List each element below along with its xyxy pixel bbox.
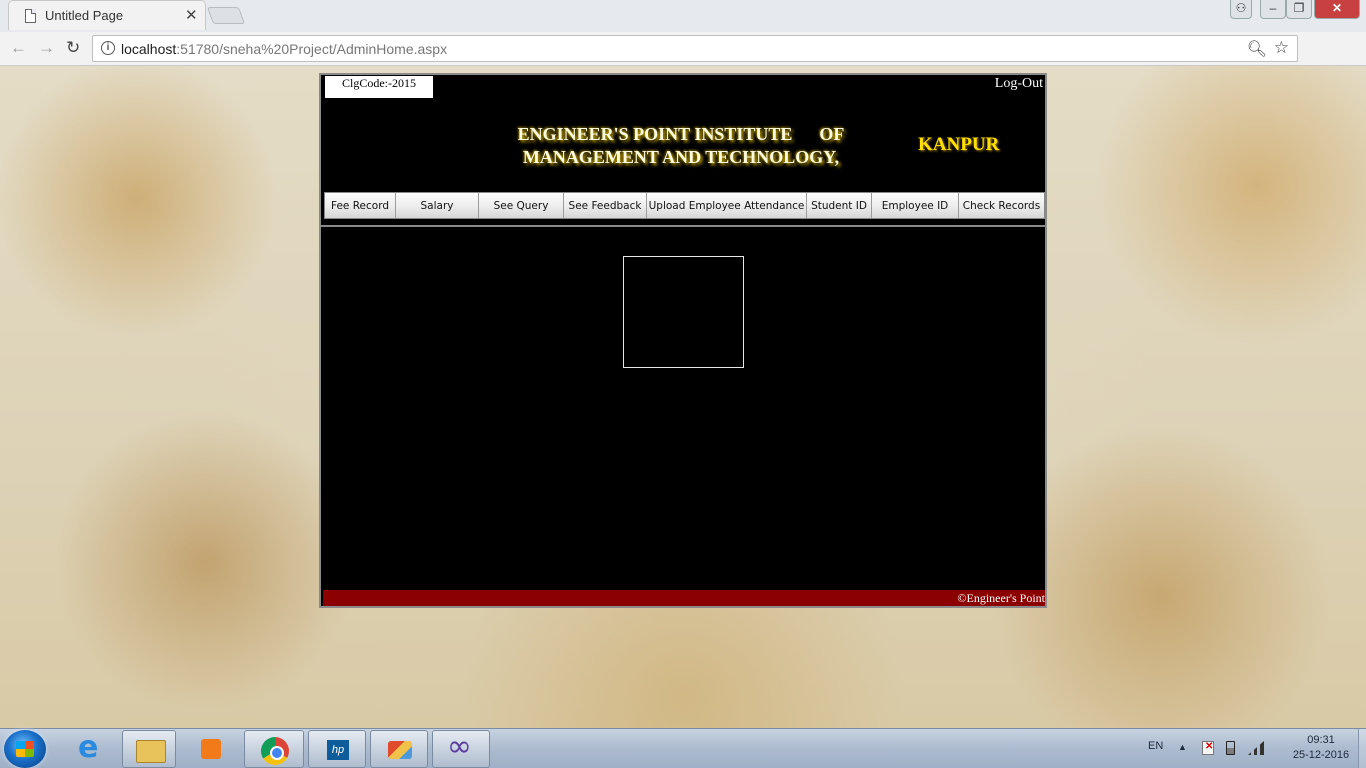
clock[interactable]: 09:31 25-12-2016 xyxy=(1290,733,1352,763)
start-button[interactable] xyxy=(4,730,46,768)
tray-expand-icon[interactable]: ▲ xyxy=(1178,742,1187,752)
logout-link[interactable]: Log-Out xyxy=(995,76,1043,92)
url-text[interactable]: localhost:51780/sneha%20Project/AdminHom… xyxy=(121,41,447,57)
show-desktop-button[interactable] xyxy=(1358,729,1366,768)
institute-city: KANPUR xyxy=(918,134,1000,155)
url-path: :51780/sneha%20Project/AdminHome.aspx xyxy=(176,41,448,57)
menu-item-employee-id[interactable]: Employee ID xyxy=(872,193,959,218)
info-icon[interactable]: i xyxy=(101,41,115,55)
admin-panel: ClgCode:-2015 Log-Out ENGINEER'S POINT I… xyxy=(319,73,1047,608)
file-explorer-icon[interactable] xyxy=(122,730,176,768)
media-player-icon[interactable] xyxy=(182,730,238,768)
chrome-icon[interactable] xyxy=(244,730,304,768)
internet-explorer-icon[interactable] xyxy=(64,730,116,768)
hp-icon[interactable] xyxy=(308,730,366,768)
footer-bar: ©Engineer's Point xyxy=(323,590,1045,606)
url-host: localhost xyxy=(121,41,177,57)
clock-date: 25-12-2016 xyxy=(1292,749,1350,761)
menu-item-see-feedback[interactable]: See Feedback xyxy=(564,193,647,218)
network-icon[interactable] xyxy=(1202,741,1214,755)
menu-item-student-id[interactable]: Student ID xyxy=(807,193,872,218)
maximize-button[interactable]: ❐ xyxy=(1286,0,1312,19)
minimize-button[interactable]: – xyxy=(1260,0,1286,19)
menu-item-salary[interactable]: Salary xyxy=(396,193,479,218)
tab-title: Untitled Page xyxy=(45,8,124,23)
browser-titlebar: Untitled Page ✕ ⚇ – ❐ ✕ xyxy=(0,0,1366,32)
paint-icon[interactable] xyxy=(370,730,428,768)
visual-studio-icon[interactable] xyxy=(432,729,490,768)
browser-toolbar: ← → ↻ i localhost:51780/sneha%20Project/… xyxy=(0,32,1366,86)
menu-item-see-query[interactable]: See Query xyxy=(479,193,564,218)
page-viewport: ClgCode:-2015 Log-Out ENGINEER'S POINT I… xyxy=(0,66,1366,728)
profile-button[interactable]: ⚇ xyxy=(1230,0,1252,19)
volume-icon[interactable] xyxy=(1248,741,1264,755)
page-icon xyxy=(25,9,36,23)
clock-time: 09:31 xyxy=(1307,734,1335,746)
close-tab-icon[interactable]: ✕ xyxy=(185,6,198,24)
battery-icon[interactable] xyxy=(1226,741,1235,755)
menu-item-upload-employee-attendance[interactable]: Upload Employee Attendance xyxy=(647,193,807,218)
college-code: ClgCode:-2015 xyxy=(325,76,433,98)
language-indicator[interactable]: EN xyxy=(1148,740,1163,752)
admin-menu: Fee Record Salary See Query See Feedback… xyxy=(324,192,1045,219)
institute-title: ENGINEER'S POINT INSTITUTE OF MANAGEMENT… xyxy=(517,124,845,167)
menu-item-check-records[interactable]: Check Records xyxy=(959,193,1044,218)
address-bar[interactable]: i localhost:51780/sneha%20Project/AdminH… xyxy=(92,35,1298,62)
star-icon[interactable]: ☆ xyxy=(1274,38,1289,58)
zoom-icon[interactable]: 🔍︎ xyxy=(1247,39,1267,59)
copyright-text: ©Engineer's Point xyxy=(957,591,1045,605)
close-window-button[interactable]: ✕ xyxy=(1314,0,1360,19)
browser-tab[interactable]: Untitled Page ✕ xyxy=(8,0,206,30)
content-placeholder xyxy=(623,256,744,368)
back-icon[interactable]: ← xyxy=(10,38,27,58)
menu-item-fee-record[interactable]: Fee Record xyxy=(325,193,396,218)
reload-icon[interactable]: ↻ xyxy=(66,38,80,58)
forward-icon[interactable]: → xyxy=(38,38,55,58)
taskbar: EN ▲ 09:31 25-12-2016 xyxy=(0,728,1366,768)
new-tab-button[interactable] xyxy=(206,7,246,24)
header-divider xyxy=(321,225,1045,227)
